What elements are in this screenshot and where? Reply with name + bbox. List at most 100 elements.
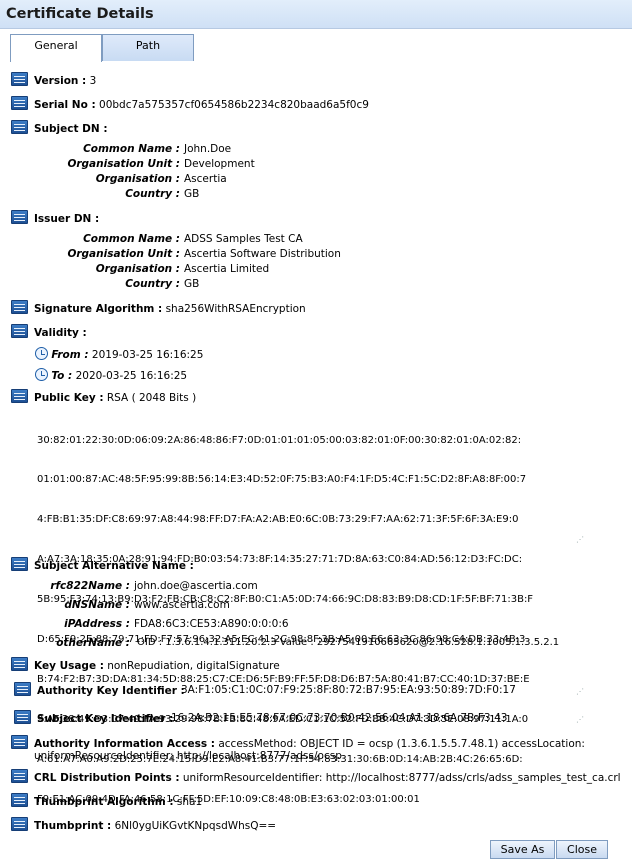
field-value: 00bdc7a575357cf0654586b2234c820baad6a5f0… — [99, 99, 369, 111]
field-icon — [14, 710, 31, 724]
field-label: Thumbprint : — [34, 820, 112, 832]
issuer-country-value: GB — [184, 278, 200, 290]
field-icon — [11, 96, 28, 110]
close-button[interactable]: Close — [556, 840, 608, 859]
issuer-org-value: Ascertia Limited — [184, 263, 270, 275]
field-label: Issuer DN : — [34, 213, 100, 225]
public-key-line: 4:FB:B1:35:DF:C8:69:97:A8:44:98:FF:D7:FA… — [37, 514, 519, 526]
field-subject-dn: Subject DN : — [11, 120, 108, 135]
subject-org-unit-label: Organisation Unit : — [67, 158, 180, 170]
tab-general[interactable]: General — [10, 34, 102, 62]
subject-country-value: GB — [184, 188, 200, 200]
san-rfc822-value: john.doe@ascertia.com — [134, 580, 258, 592]
validity-from-label: From : — [51, 349, 89, 361]
authority-key-id-value[interactable]: 3A:F1:05:C1:0C:07:F9:25:8F:80:72:B7:95:E… — [181, 684, 516, 696]
subject-country-label: Country : — [125, 188, 180, 200]
field-icon — [11, 735, 28, 749]
resize-grip-icon[interactable]: ⋰ — [576, 535, 584, 544]
field-icon — [11, 389, 28, 403]
field-value: nonRepudiation, digitalSignature — [107, 660, 280, 672]
field-label: Authority Key Identifier : — [37, 685, 185, 697]
field-icon — [11, 769, 28, 783]
field-icon — [11, 817, 28, 831]
san-rfc822-label: rfc822Name : — [50, 580, 130, 592]
field-authority-key-id: Authority Key Identifier : — [14, 682, 185, 697]
field-issuer-dn: Issuer DN : — [11, 210, 99, 225]
field-version: Version : 3 — [11, 72, 96, 87]
field-icon — [11, 793, 28, 807]
field-icon — [14, 682, 31, 696]
subject-common-name-label: Common Name : — [83, 143, 180, 155]
field-key-usage: Key Usage : nonRepudiation, digitalSigna… — [11, 657, 280, 672]
aia-line-1: accessMethod: OBJECT ID = ocsp (1.3.6.1.… — [218, 738, 585, 750]
field-label: Authority Information Access : — [34, 738, 215, 750]
field-crl: CRL Distribution Points : uniformResourc… — [11, 769, 621, 784]
field-label: Subject Alternative Name : — [34, 560, 194, 572]
field-icon — [11, 557, 28, 571]
subject-org-label: Organisation : — [95, 173, 180, 185]
field-icon — [11, 324, 28, 338]
field-value: sha1 — [176, 796, 203, 808]
field-icon — [11, 657, 28, 671]
field-label: CRL Distribution Points : — [34, 772, 180, 784]
issuer-org-label: Organisation : — [95, 263, 180, 275]
field-label: Validity : — [34, 327, 87, 339]
subject-common-name-value: John.Doe — [184, 143, 232, 155]
field-value: uniformResourceIdentifier: http://localh… — [182, 772, 621, 784]
validity-to-label: To : — [51, 370, 73, 382]
window-title: Certificate Details — [6, 6, 154, 22]
san-dns-value: www.ascertia.com — [134, 599, 230, 611]
san-othername-label: otherName : — [56, 637, 130, 649]
aia-line-2: uniformResourceIdentifier: http://localh… — [34, 750, 342, 762]
field-label: Subject Key Identifier : — [37, 713, 174, 725]
field-icon — [11, 210, 28, 224]
san-dns-label: dNSName : — [64, 599, 130, 611]
field-public-key: Public Key : RSA ( 2048 Bits ) — [11, 389, 196, 404]
tab-path[interactable]: Path — [102, 34, 194, 61]
public-key-line: 01:01:00:87:AC:48:5F:95:99:8B:56:14:E3:4… — [37, 474, 527, 486]
validity-to-value: 2020-03-25 16:16:25 — [75, 370, 188, 382]
public-key-line: 30:82:01:22:30:0D:06:09:2A:86:48:86:F7:0… — [37, 434, 522, 446]
field-subject-alt-name: Subject Alternative Name : — [11, 557, 194, 572]
field-value: 3 — [89, 75, 97, 87]
subject-org-unit-value: Development — [184, 158, 255, 170]
field-label: Signature Algorithm : — [34, 303, 163, 315]
validity-from: From : 2019-03-25 16:16:25 — [35, 347, 203, 361]
field-label: Public Key : — [34, 392, 104, 404]
validity-from-value: 2019-03-25 16:16:25 — [91, 349, 204, 361]
resize-grip-icon[interactable]: ⋰ — [576, 687, 584, 696]
save-as-button[interactable]: Save As — [490, 840, 555, 859]
field-validity: Validity : — [11, 324, 87, 339]
field-icon — [11, 120, 28, 134]
field-label: Key Usage : — [34, 660, 104, 672]
field-value: 6Nl0ygUiKGvtKNpqsdWhsQ== — [114, 820, 277, 832]
validity-to: To : 2020-03-25 16:16:25 — [35, 368, 187, 382]
field-serial: Serial No : 00bdc7a575357cf0654586b2234c… — [11, 96, 369, 111]
field-label: Version : — [34, 75, 87, 87]
field-subject-key-id: Subject Key Identifier : — [14, 710, 173, 725]
public-key-summary: RSA ( 2048 Bits ) — [106, 392, 197, 404]
issuer-common-name-label: Common Name : — [83, 233, 180, 245]
issuer-common-name-value: ADSS Samples Test CA — [184, 233, 303, 245]
title-bar: Certificate Details — [0, 0, 632, 29]
clock-icon — [35, 347, 48, 360]
field-label: Thumbprint Algorithm : — [34, 796, 174, 808]
field-icon — [11, 72, 28, 86]
field-signature-algorithm: Signature Algorithm : sha256WithRSAEncry… — [11, 300, 306, 315]
field-label: Serial No : — [34, 99, 96, 111]
resize-grip-icon[interactable]: ⋰ — [576, 715, 584, 724]
san-othername-value: OID : 1.3.6.1.4.1.311.20.2.3 Value : 292… — [137, 637, 560, 648]
field-value: sha256WithRSAEncryption — [165, 303, 306, 315]
issuer-org-unit-value: Ascertia Software Distribution — [184, 248, 341, 260]
issuer-org-unit-label: Organisation Unit : — [67, 248, 180, 260]
field-aia: Authority Information Access : accessMet… — [11, 735, 585, 750]
san-ip-label: iPAddress : — [64, 618, 130, 630]
clock-icon — [35, 368, 48, 381]
san-ip-value: FDA8:6C3:CE53:A890:0:0:0:6 — [134, 618, 289, 630]
field-thumbprint-algorithm: Thumbprint Algorithm : sha1 — [11, 793, 202, 808]
subject-key-id-value[interactable]: 16:2A:B2:15:E5:78:F7:0C:73:70:B0:42:56:0… — [171, 712, 507, 724]
field-label: Subject DN : — [34, 123, 108, 135]
issuer-country-label: Country : — [125, 278, 180, 290]
field-icon — [11, 300, 28, 314]
field-thumbprint: Thumbprint : 6Nl0ygUiKGvtKNpqsdWhsQ== — [11, 817, 276, 832]
